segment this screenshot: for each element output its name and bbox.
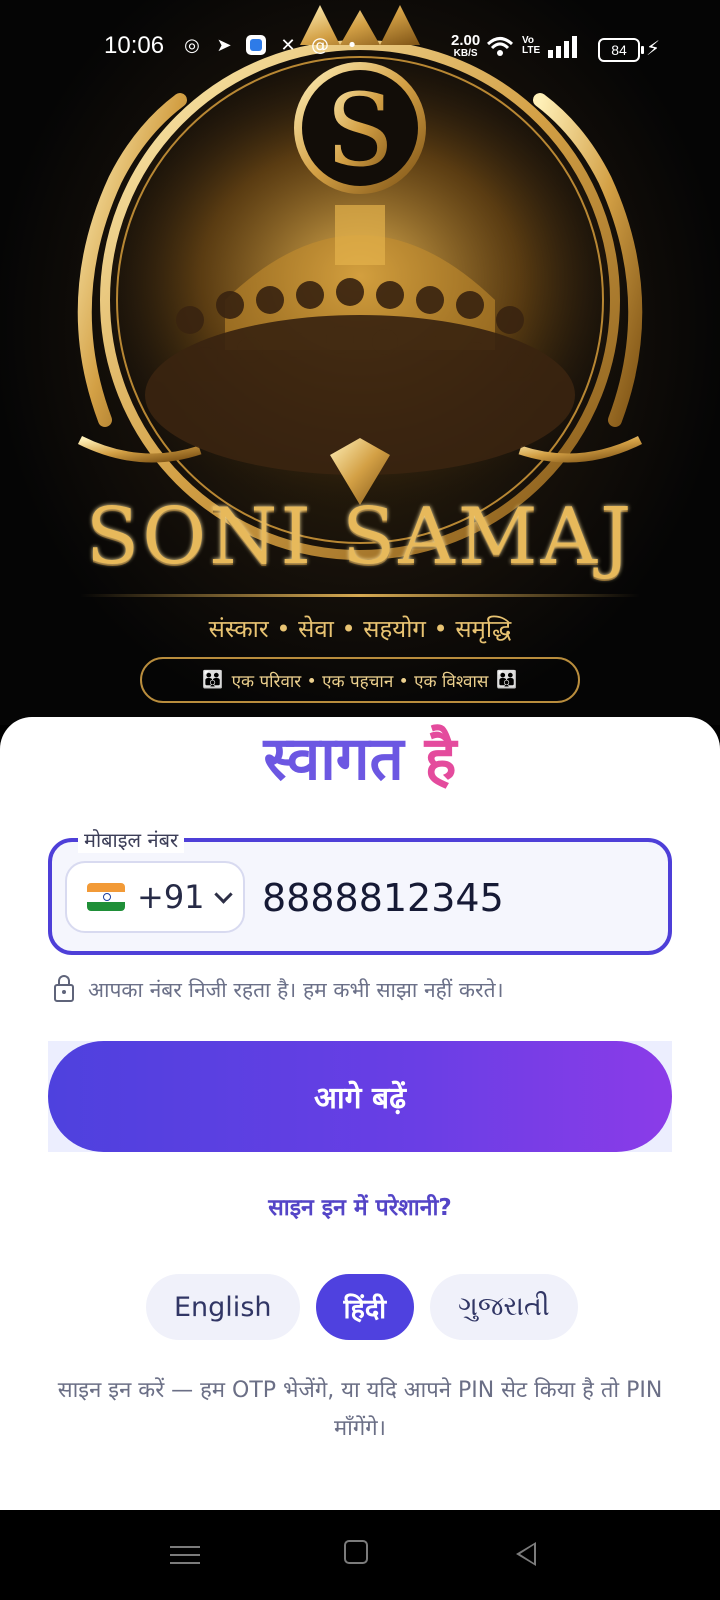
volte-indicator: Vo LTE <box>522 35 541 56</box>
welcome-heading: स्वागत है <box>0 720 720 798</box>
family-icon: 👪 <box>496 670 518 690</box>
battery-indicator: 84 <box>598 38 644 62</box>
signin-trouble-link[interactable]: साइन इन में परेशानी? <box>0 1190 720 1222</box>
ornament-divider <box>80 594 640 597</box>
language-gujarati-button[interactable]: ગુજરાતી <box>430 1274 578 1340</box>
country-code: +91 <box>137 878 205 916</box>
blue-app-icon <box>244 33 268 57</box>
whatsapp-icon: ◎ <box>184 34 200 56</box>
brand-tagline: संस्कार • सेवा • सहयोग • समृद्धि <box>208 615 512 643</box>
country-code-picker[interactable]: +91 <box>65 861 245 933</box>
family-icon: 👪 <box>202 670 224 690</box>
chevron-down-icon <box>213 884 233 904</box>
dot-icon: • <box>346 34 358 56</box>
recent-apps-button[interactable] <box>170 1540 200 1570</box>
charging-icon: ⚡ <box>646 36 661 60</box>
threads-icon: @ <box>311 34 329 56</box>
signin-note: साइन इन करें — हम OTP भेजेंगे, या यदि आप… <box>57 1378 663 1441</box>
brand-motto: एक परिवार • एक पहचान • एक विश्वास <box>231 671 489 692</box>
status-bar: 10:06 ◎ ➤ ✕ @ • 2.00 KB/S Vo LTE 84 ⚡ <box>0 0 720 95</box>
language-english-button[interactable]: English <box>146 1274 300 1340</box>
hero-banner: S 10:06 ◎ ➤ ✕ @ • 2.00 KB/S Vo LTE 84 ⚡ … <box>0 0 720 725</box>
back-button[interactable] <box>516 1542 536 1566</box>
lock-icon <box>54 975 74 1002</box>
phone-number-input[interactable] <box>262 870 652 926</box>
welcome-part2: है <box>424 724 457 794</box>
x-icon: ✕ <box>280 34 296 56</box>
brand-motto-pill: 👪 एक परिवार • एक पहचान • एक विश्वास 👪 <box>140 657 580 703</box>
telegram-icon: ➤ <box>216 34 232 56</box>
network-speed: 2.00 KB/S <box>451 32 481 59</box>
language-selector: English हिंदी ગુજરાતી <box>146 1274 578 1340</box>
india-flag-icon <box>87 883 125 911</box>
wifi-icon <box>486 37 514 56</box>
welcome-part1: स्वागत <box>263 724 404 794</box>
language-hindi-button[interactable]: हिंदी <box>315 1274 415 1340</box>
phone-field-label: मोबाइल नंबर <box>78 826 185 853</box>
continue-button[interactable]: आगे बढ़ें <box>48 1041 672 1152</box>
brand-title: SONI SAMAJ <box>85 492 635 582</box>
status-time: 10:06 <box>104 32 165 59</box>
signal-icon <box>548 36 577 58</box>
privacy-note: आपका नंबर निजी रहता है। हम कभी साझा नहीं… <box>54 975 504 1004</box>
privacy-note-text: आपका नंबर निजी रहता है। हम कभी साझा नहीं… <box>88 978 504 1002</box>
home-button[interactable] <box>344 1540 368 1564</box>
